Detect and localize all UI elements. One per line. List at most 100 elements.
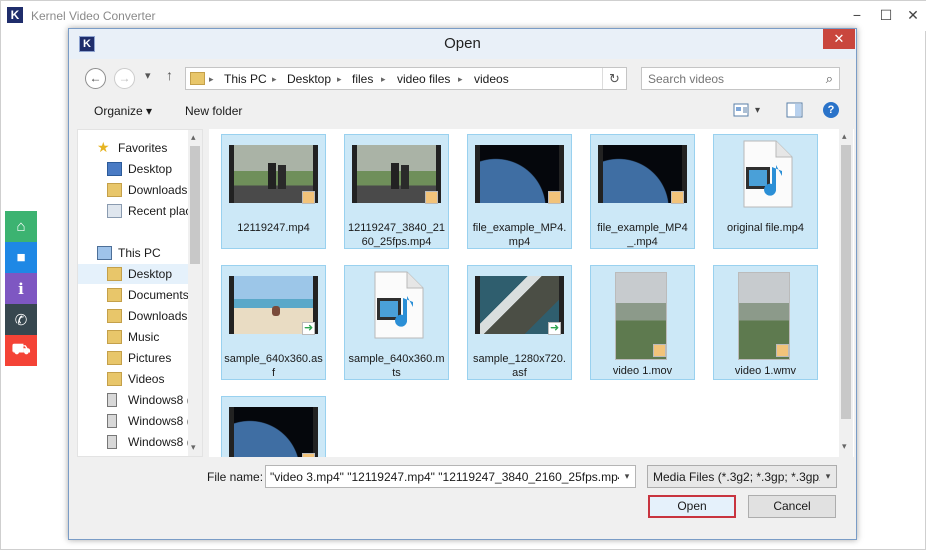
forward-button[interactable]: → bbox=[114, 68, 135, 89]
recent-places-icon bbox=[107, 204, 122, 218]
nav-pc-drive[interactable]: Windows8 ( bbox=[78, 411, 188, 431]
preview-pane-icon[interactable] bbox=[786, 102, 803, 118]
drive-icon bbox=[107, 435, 117, 449]
minimize-button[interactable]: − bbox=[847, 5, 867, 25]
help-icon[interactable]: ? bbox=[823, 102, 839, 118]
breadcrumb-separator: ▸ bbox=[272, 74, 277, 84]
file-item[interactable]: sample_640x360.mts bbox=[344, 265, 449, 380]
file-list-scroll-thumb[interactable] bbox=[841, 145, 851, 419]
breadcrumb-videos[interactable]: videos bbox=[474, 72, 509, 86]
star-icon: ★ bbox=[97, 139, 110, 155]
file-name: file_example_MP4_.mp4 bbox=[597, 222, 688, 248]
view-options-dropdown-icon[interactable]: ▾ bbox=[755, 105, 760, 116]
folder-icon bbox=[190, 72, 205, 85]
breadcrumb-files[interactable]: files bbox=[352, 72, 373, 86]
media-file-icon bbox=[743, 140, 793, 208]
nav-pc-videos[interactable]: Videos bbox=[78, 369, 188, 389]
close-button[interactable]: ✕ bbox=[903, 5, 923, 25]
app-titlebar: K Kernel Video Converter − ☐ ✕ bbox=[1, 1, 926, 31]
breadcrumb-this-pc[interactable]: This PC bbox=[224, 72, 267, 86]
video-camera-icon[interactable]: ■ bbox=[5, 242, 37, 273]
breadcrumb-separator: ▸ bbox=[458, 74, 463, 84]
file-item[interactable]: original file.mp4 bbox=[713, 134, 818, 249]
home-icon[interactable]: ⌂ bbox=[5, 211, 37, 242]
file-name: sample_1280x720.asf bbox=[473, 353, 566, 379]
phone-icon[interactable]: ✆ bbox=[5, 304, 37, 335]
side-rail: ⌂ ■ i ✆ ⛟ bbox=[5, 211, 37, 366]
nav-pane-scroll-thumb[interactable] bbox=[190, 146, 200, 264]
chevron-down-icon[interactable]: ▾ bbox=[820, 466, 836, 487]
up-button[interactable]: ↑ bbox=[166, 67, 173, 83]
file-name-label: File name: bbox=[207, 470, 264, 484]
file-name-input[interactable]: "video 3.mp4" "12119247.mp4" "12119247_3… bbox=[265, 465, 636, 488]
breadcrumb-desktop[interactable]: Desktop bbox=[287, 72, 331, 86]
info-icon[interactable]: i bbox=[5, 273, 37, 304]
refresh-button[interactable]: ↻ bbox=[602, 68, 626, 89]
video-badge-icon bbox=[302, 191, 315, 204]
pictures-folder-icon bbox=[107, 351, 122, 365]
nav-pc-pictures[interactable]: Pictures bbox=[78, 348, 188, 368]
dialog-close-button[interactable]: ✕ bbox=[823, 29, 855, 49]
file-type-value: Media Files (*.3g2; *.3gp; *.3gp2 bbox=[653, 470, 826, 484]
nav-pc-drive[interactable]: Windows8 ( bbox=[78, 432, 188, 452]
media-file-icon bbox=[374, 271, 424, 339]
file-item[interactable]: ➜ sample_640x360.asf bbox=[221, 265, 326, 380]
nav-this-pc[interactable]: This PC bbox=[78, 243, 188, 263]
nav-favorite-recent-places[interactable]: Recent plac bbox=[78, 201, 188, 221]
nav-favorite-downloads[interactable]: Downloads bbox=[78, 180, 188, 200]
file-item[interactable]: file_example_MP4_.mp4 bbox=[590, 134, 695, 249]
app-logo: K bbox=[7, 7, 23, 23]
file-list-scrollbar[interactable]: ▴ ▾ bbox=[839, 129, 853, 457]
back-button[interactable]: ← bbox=[85, 68, 106, 89]
chevron-down-icon[interactable]: ▾ bbox=[619, 466, 635, 487]
organize-button[interactable]: Organize ▾ bbox=[94, 104, 152, 118]
nav-pc-desktop[interactable]: Desktop bbox=[78, 264, 188, 284]
nav-pane-scrollbar[interactable]: ▴ ▾ bbox=[188, 130, 202, 456]
downloads-folder-icon bbox=[107, 309, 122, 323]
view-options-icon[interactable] bbox=[733, 102, 750, 118]
open-button[interactable]: Open bbox=[648, 495, 736, 518]
nav-pc-downloads[interactable]: Downloads bbox=[78, 306, 188, 326]
cart-icon[interactable]: ⛟ bbox=[5, 335, 37, 366]
command-bar: Organize ▾ New folder ▾ ? bbox=[69, 97, 856, 125]
cancel-button[interactable]: Cancel bbox=[748, 495, 836, 518]
file-item[interactable]: 12119247_3840_2160_25fps.mp4 bbox=[344, 134, 449, 249]
recent-locations-button[interactable]: ▾ bbox=[145, 69, 151, 82]
dialog-title: Open bbox=[444, 35, 481, 52]
file-name: 12119247.mp4 bbox=[237, 222, 310, 234]
nav-pc-documents[interactable]: Documents bbox=[78, 285, 188, 305]
new-folder-button[interactable]: New folder bbox=[185, 104, 242, 118]
file-item[interactable]: file_example_MP4.mp4 bbox=[467, 134, 572, 249]
file-item[interactable] bbox=[221, 396, 326, 457]
video-badge-icon bbox=[776, 344, 789, 357]
breadcrumb-video-files[interactable]: video files bbox=[397, 72, 450, 86]
nav-favorite-desktop[interactable]: Desktop bbox=[78, 159, 188, 179]
maximize-button[interactable]: ☐ bbox=[876, 5, 896, 25]
folder-icon bbox=[107, 267, 122, 281]
scroll-up-icon[interactable]: ▴ bbox=[191, 132, 196, 143]
scroll-down-icon[interactable]: ▾ bbox=[842, 441, 847, 452]
video-badge-icon bbox=[653, 344, 666, 357]
file-item[interactable]: video 1.wmv bbox=[713, 265, 818, 380]
scroll-down-icon[interactable]: ▾ bbox=[191, 442, 196, 453]
breadcrumb-separator: ▸ bbox=[381, 74, 386, 84]
search-icon[interactable]: ⌕ bbox=[826, 71, 833, 87]
scroll-up-icon[interactable]: ▴ bbox=[842, 131, 847, 142]
file-name: video 1.wmv bbox=[734, 365, 797, 377]
nav-pc-music[interactable]: Music bbox=[78, 327, 188, 347]
file-item[interactable]: ➜ sample_1280x720.asf bbox=[467, 265, 572, 380]
file-type-select[interactable]: Media Files (*.3g2; *.3gp; *.3gp2 ▾ bbox=[647, 465, 837, 488]
file-item[interactable]: 12119247.mp4 bbox=[221, 134, 326, 249]
search-input[interactable] bbox=[648, 72, 808, 86]
dialog-titlebar: K Open ✕ bbox=[69, 29, 856, 59]
nav-pc-drive[interactable]: Windows8 ( bbox=[78, 390, 188, 410]
nav-favorites[interactable]: ★ Favorites bbox=[78, 138, 188, 158]
desktop-icon bbox=[107, 162, 122, 176]
address-bar[interactable]: ▸ This PC ▸ Desktop ▸ files ▸ video file… bbox=[185, 67, 627, 90]
file-name: video 1.mov bbox=[612, 365, 673, 377]
file-item[interactable]: video 1.mov bbox=[590, 265, 695, 380]
search-box[interactable]: ⌕ bbox=[641, 67, 840, 90]
app-title: Kernel Video Converter bbox=[31, 9, 156, 23]
file-name: sample_640x360.mts bbox=[348, 353, 445, 379]
music-folder-icon bbox=[107, 330, 122, 344]
